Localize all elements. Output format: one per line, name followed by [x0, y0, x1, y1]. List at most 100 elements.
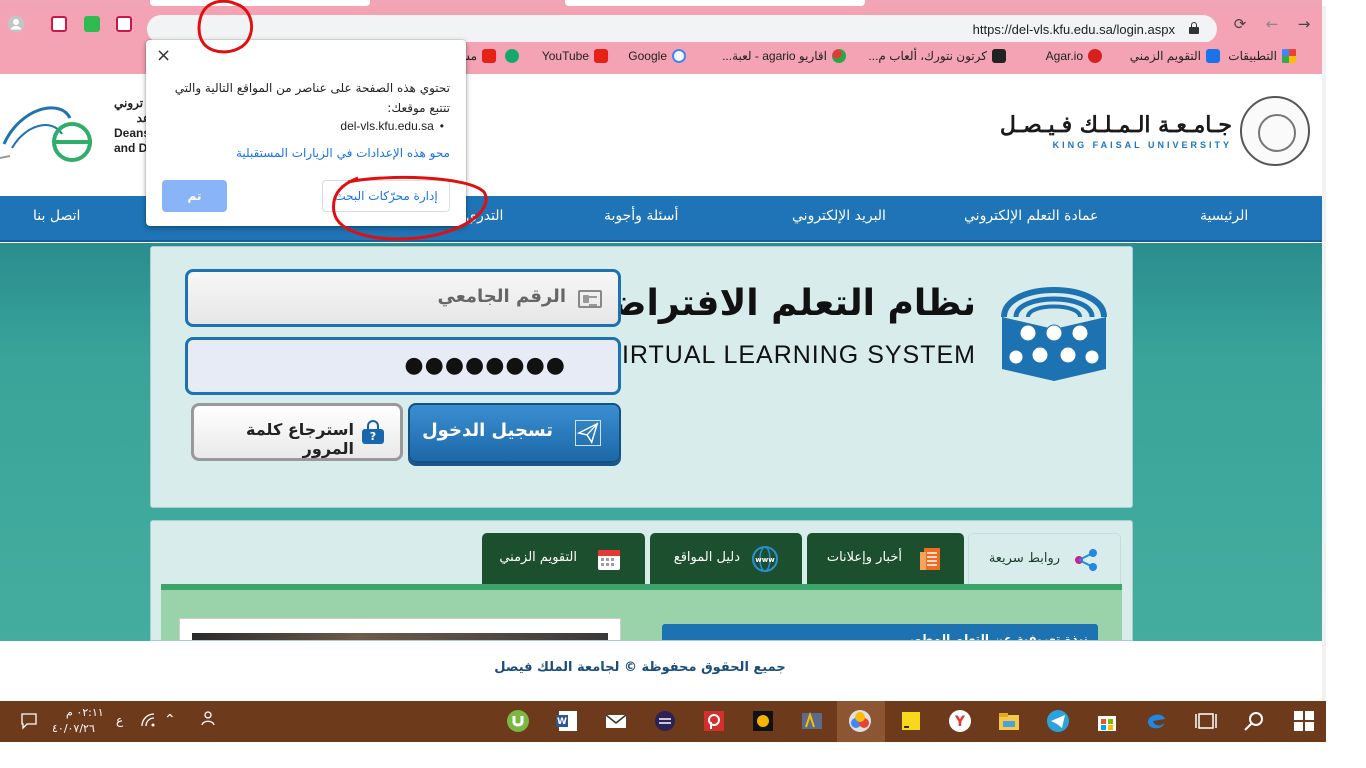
nav-faq[interactable]: أسئلة وأجوبة: [604, 208, 678, 224]
calendar-icon: [598, 550, 620, 570]
task-view-icon[interactable]: [1194, 709, 1218, 733]
done-button[interactable]: تم: [162, 180, 227, 212]
deanship-text: تروني عد Deans and D: [114, 96, 150, 156]
pocket-extension-icon[interactable]: [51, 16, 67, 32]
news-item[interactable]: نبذة تعريفية عن التعلم المطور: [662, 624, 1098, 641]
deanship-line-ar2: عد: [136, 111, 151, 125]
sticky-notes-icon[interactable]: [899, 709, 923, 733]
telegram-icon[interactable]: [1046, 709, 1070, 733]
close-icon[interactable]: ×: [156, 46, 171, 66]
featured-image[interactable]: [179, 618, 621, 640]
tray-overflow-chevron-icon[interactable]: ⌃: [164, 712, 176, 728]
nav-home[interactable]: الرئيسية: [1200, 208, 1248, 224]
forward-icon[interactable]: ←: [1260, 12, 1284, 36]
bookmark-google[interactable]: Google: [628, 49, 686, 63]
news-title: نبذة تعريفية عن التعلم المطور: [907, 632, 1088, 641]
agario-favicon-icon: [1088, 49, 1102, 63]
clock-time[interactable]: ٠٢:١١ م: [66, 706, 104, 719]
notifications-icon[interactable]: [20, 712, 38, 730]
id-card-icon: [578, 290, 602, 308]
bookmark-label: التطبيقات: [1228, 49, 1277, 63]
bookmark-grammarly[interactable]: [505, 49, 519, 63]
student-id-placeholder: الرقم الجامعي: [437, 286, 566, 307]
nav-training[interactable]: التدري: [466, 208, 503, 224]
bookmark-calendar[interactable]: التقويم الزمني: [1130, 49, 1220, 63]
nav-elearning-deanship[interactable]: عمادة التعلم الإلكتروني: [964, 208, 1098, 224]
mail-icon[interactable]: [604, 709, 628, 733]
green-extension-icon[interactable]: [84, 16, 100, 32]
browser-toolbar: ☆ ⚷ https://del-vls.kfu.edu.sa/login.asp…: [0, 6, 1326, 43]
url-text[interactable]: https://del-vls.kfu.edu.sa/login.aspx: [973, 22, 1175, 37]
lock-icon[interactable]: [1189, 22, 1199, 34]
search-icon[interactable]: [1242, 709, 1266, 733]
nav-contact[interactable]: اتصل بنا: [33, 208, 80, 224]
bookmark-label: YouTube: [541, 49, 589, 63]
bookmark-youtube[interactable]: YouTube: [542, 49, 608, 63]
clear-settings-link[interactable]: محو هذه الإعدادات في الزيارات المستقبلية: [236, 146, 450, 160]
people-icon[interactable]: [198, 710, 216, 728]
youtube-favicon-icon: [594, 49, 608, 63]
kfu-logo[interactable]: جـامـعـة الـمـلـك فـيـصـل KING FAISAL UN…: [1000, 112, 1232, 150]
cn-favicon-icon: [992, 49, 1006, 63]
bookmark-agario[interactable]: Agar.io: [1046, 49, 1102, 63]
news-icon: [920, 548, 940, 570]
presentation-app-icon[interactable]: [702, 709, 726, 733]
chrome-icon[interactable]: [848, 709, 872, 733]
login-button[interactable]: تسجيل الدخول: [408, 403, 621, 463]
vls-title-en: VIRTUAL LEARNING SYSTEM: [604, 341, 976, 369]
edge-icon[interactable]: [1144, 709, 1168, 733]
tab-label: دليل المواقع: [673, 550, 740, 565]
right-margin: [1322, 0, 1366, 701]
tab-site-directory[interactable]: www دليل المواقع: [650, 533, 802, 585]
www-icon: www: [752, 546, 778, 572]
store-icon[interactable]: [1095, 709, 1119, 733]
file-explorer-icon[interactable]: [997, 709, 1021, 733]
word-icon[interactable]: W: [555, 709, 579, 733]
featured-image-photo: [192, 633, 608, 640]
page-scrollbar[interactable]: [1322, 6, 1326, 701]
profile-icon[interactable]: [4, 12, 28, 36]
kfu-seal-logo[interactable]: [1240, 96, 1310, 166]
manage-search-engines-button[interactable]: إدارة محرّكات البحث: [322, 180, 450, 212]
apps-grid-icon: [1282, 49, 1296, 63]
password-input[interactable]: ●●●●●●●●: [185, 337, 621, 395]
bookmark-apps[interactable]: التطبيقات: [1228, 49, 1296, 63]
media-app-icon[interactable]: [751, 709, 775, 733]
tab-quick-links[interactable]: روابط سريعة: [968, 533, 1121, 585]
recover-password-label: استرجاع كلمة المرور: [245, 420, 354, 458]
tab-news[interactable]: أخبار وإعلانات: [807, 533, 964, 585]
screen-bottom-margin: [0, 742, 1366, 768]
university-name-en: KING FAISAL UNIVERSITY: [1052, 140, 1232, 150]
bookmark-label: Agar.io: [1045, 49, 1083, 63]
wifi-icon[interactable]: [140, 712, 156, 728]
clock-date[interactable]: ٤٠/٠٧/٢٦: [52, 722, 95, 735]
svg-text:www: www: [755, 556, 775, 564]
utorrent-icon[interactable]: [506, 709, 530, 733]
kfu-favicon-icon: [1206, 49, 1220, 63]
vls-title-ar: نظام التعلم الافتراضي: [575, 283, 976, 324]
share-icon: [1075, 549, 1097, 571]
back-icon[interactable]: →: [1292, 12, 1316, 36]
yandex-icon[interactable]: Y: [948, 709, 972, 733]
input-language[interactable]: ع: [116, 713, 123, 727]
grammarly-favicon-icon: [505, 49, 519, 63]
login-panel: نظام التعلم الافتراضي VIRTUAL LEARNING S…: [150, 246, 1133, 508]
windows-start-icon[interactable]: [1292, 709, 1316, 733]
tab-label: التقويم الزمني: [499, 550, 577, 565]
recover-password-button[interactable]: ? استرجاع كلمة المرور: [191, 403, 403, 461]
footer: جميع الحقوق محفوظة © لجامعة الملك فيصل: [0, 641, 1322, 701]
tracked-site: del-vls.kfu.edu.sa: [340, 119, 444, 133]
reload-icon[interactable]: ⟳: [1228, 12, 1252, 36]
bookmark-label: كرتون نتورك، ألعاب م...: [868, 49, 987, 63]
media-extension-icon[interactable]: [116, 16, 132, 32]
nav-email[interactable]: البريد الإلكتروني: [792, 208, 886, 224]
bookmark-agario-game[interactable]: اقاريو agario - لعبة...: [722, 49, 846, 63]
eclipse-icon[interactable]: [653, 709, 677, 733]
bookmark-label: اقاريو agario - لعبة...: [722, 49, 827, 63]
address-bar[interactable]: https://del-vls.kfu.edu.sa/login.aspx: [147, 15, 1217, 43]
bookmark-cartoon[interactable]: كرتون نتورك، ألعاب م...: [868, 49, 1006, 63]
tab-calendar[interactable]: التقويم الزمني: [482, 533, 645, 585]
deanship-line-ar: تروني: [114, 96, 144, 110]
video-editor-icon[interactable]: [800, 709, 824, 733]
student-id-input[interactable]: الرقم الجامعي: [185, 269, 621, 327]
